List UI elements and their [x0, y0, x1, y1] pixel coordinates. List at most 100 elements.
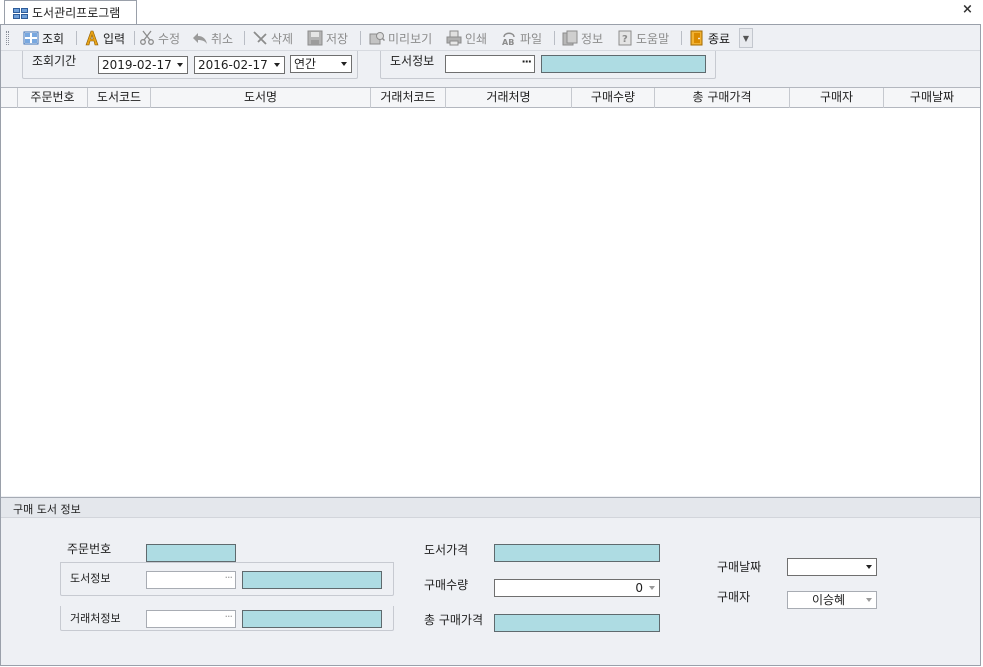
order-no-label: 주문번호	[67, 542, 112, 556]
tab-book-management[interactable]: 도서관리프로그램	[4, 0, 137, 25]
detail-book-code-picker[interactable]: ···	[146, 571, 236, 589]
file-ab-icon: AB	[502, 32, 515, 46]
toolbar-separator	[554, 31, 555, 45]
date-from-picker[interactable]: 2019-02-17	[98, 56, 188, 74]
date-from-value: 2019-02-17	[102, 58, 172, 72]
delete-cross-icon	[253, 31, 267, 45]
ellipsis-icon[interactable]: ···	[225, 610, 233, 623]
date-to-picker[interactable]: 2016-02-17	[194, 56, 285, 74]
column-header-book-name[interactable]: 도서명	[151, 88, 371, 108]
preview-button[interactable]: 미리보기	[369, 29, 432, 47]
exit-button[interactable]: 종료	[689, 29, 730, 47]
order-no-field	[146, 544, 236, 562]
filter-panel: 조회기간 2019-02-17 2016-02-17 연간 도서정보 ···	[1, 51, 980, 87]
close-icon[interactable]: ×	[962, 2, 973, 17]
save-button[interactable]: 저장	[307, 29, 348, 47]
quantity-label: 구매수량	[424, 578, 469, 592]
purchase-grid[interactable]: 주문번호 도서코드 도서명 거래처코드 거래처명 구매수량 총 구매가격 구매자…	[1, 87, 980, 496]
delete-button-label: 삭제	[271, 31, 294, 46]
font-a-icon	[85, 30, 99, 46]
ellipsis-icon[interactable]: ···	[521, 55, 532, 68]
detail-vendor-info-label: 거래처정보	[68, 610, 123, 626]
purchase-date-picker[interactable]	[787, 558, 877, 576]
help-button[interactable]: ? 도움말	[617, 29, 669, 47]
column-header-vendor-code[interactable]: 거래처코드	[371, 88, 446, 108]
delete-button[interactable]: 삭제	[252, 29, 293, 47]
query-button[interactable]: 조회	[23, 29, 64, 47]
period-label: 조회기간	[32, 54, 77, 68]
cancel-button[interactable]: 취소	[192, 29, 233, 47]
svg-text:AB: AB	[502, 38, 514, 46]
book-name-readonly-field	[541, 55, 706, 73]
quantity-spinner[interactable]: 0	[494, 579, 660, 597]
chevron-down-icon	[866, 565, 872, 569]
total-price-field	[494, 614, 660, 632]
column-header-order-no[interactable]: 주문번호	[18, 88, 88, 108]
cancel-button-label: 취소	[211, 31, 234, 46]
buyer-value: 이승혜	[811, 593, 846, 607]
chevron-down-icon	[274, 63, 280, 67]
purchase-date-label: 구매날짜	[717, 560, 762, 574]
file-button[interactable]: AB 파일	[501, 29, 542, 47]
preview-icon	[369, 32, 385, 45]
buyer-select[interactable]: 이승혜	[787, 591, 877, 609]
column-header-total-price[interactable]: 총 구매가격	[655, 88, 790, 108]
insert-button-label: 입력	[103, 31, 126, 46]
toolbar-separator	[76, 31, 77, 45]
column-header-vendor-name[interactable]: 거래처명	[446, 88, 572, 108]
toolbar: 조회 입력 수정 취소 삭제 저장 미리보기 인쇄 AB 파일 정보 ? 도움말…	[1, 25, 980, 51]
buyer-label: 구매자	[717, 590, 751, 604]
floppy-disk-icon	[307, 30, 323, 46]
window-grid-icon	[13, 8, 28, 19]
detail-book-name-field	[242, 571, 382, 589]
detail-panel-header: 구매 도서 정보	[1, 497, 980, 518]
column-header-purchase-date[interactable]: 구매날짜	[884, 88, 980, 108]
undo-arrow-icon	[193, 33, 207, 44]
tab-strip	[0, 0, 983, 24]
quantity-value: 0	[635, 581, 643, 595]
toolbar-separator	[134, 31, 135, 45]
toolbar-grip[interactable]	[6, 31, 9, 45]
toolbar-separator	[244, 31, 245, 45]
print-button[interactable]: 인쇄	[446, 29, 487, 47]
book-price-label: 도서가격	[424, 543, 469, 557]
save-button-label: 저장	[326, 31, 349, 46]
detail-vendor-code-picker[interactable]: ···	[146, 610, 236, 628]
insert-button[interactable]: 입력	[84, 29, 125, 47]
help-button-label: 도움말	[636, 31, 670, 46]
preview-button-label: 미리보기	[388, 31, 433, 46]
total-price-label: 총 구매가격	[424, 613, 484, 627]
period-type-value: 연간	[294, 57, 317, 71]
chevron-down-icon	[649, 586, 655, 590]
edit-button[interactable]: 수정	[139, 29, 180, 47]
info-clipboard-icon	[562, 30, 578, 46]
svg-text:?: ?	[622, 34, 628, 45]
scissors-icon	[140, 30, 154, 45]
detail-book-info-label: 도서정보	[68, 570, 113, 586]
book-code-picker[interactable]: ···	[445, 55, 535, 73]
detail-vendor-name-field	[242, 610, 382, 628]
column-header-quantity[interactable]: 구매수량	[572, 88, 655, 108]
book-info-label: 도서정보	[390, 54, 435, 68]
toolbar-separator	[681, 31, 682, 45]
ellipsis-icon[interactable]: ···	[225, 571, 233, 584]
toolbar-overflow-dropdown[interactable]: ▼	[739, 28, 753, 48]
tab-title: 도서관리프로그램	[32, 6, 121, 20]
exit-button-label: 종료	[708, 31, 731, 46]
column-header-buyer[interactable]: 구매자	[790, 88, 884, 108]
period-type-select[interactable]: 연간	[290, 55, 352, 73]
edit-button-label: 수정	[158, 31, 181, 46]
column-header-book-code[interactable]: 도서코드	[88, 88, 151, 108]
exit-door-icon	[690, 30, 703, 46]
query-button-label: 조회	[42, 31, 65, 46]
chevron-down-icon	[177, 63, 183, 67]
book-price-field	[494, 544, 660, 562]
row-indicator-header	[1, 88, 18, 108]
toolbar-separator	[360, 31, 361, 45]
info-button[interactable]: 정보	[562, 29, 603, 47]
print-button-label: 인쇄	[465, 31, 488, 46]
detail-panel: 주문번호 도서정보 ··· 거래처정보 ··· 도서가격 구매수량 0 총 구매…	[1, 518, 980, 665]
grid-view-icon	[23, 31, 39, 45]
file-button-label: 파일	[520, 31, 543, 46]
printer-icon	[446, 30, 462, 46]
